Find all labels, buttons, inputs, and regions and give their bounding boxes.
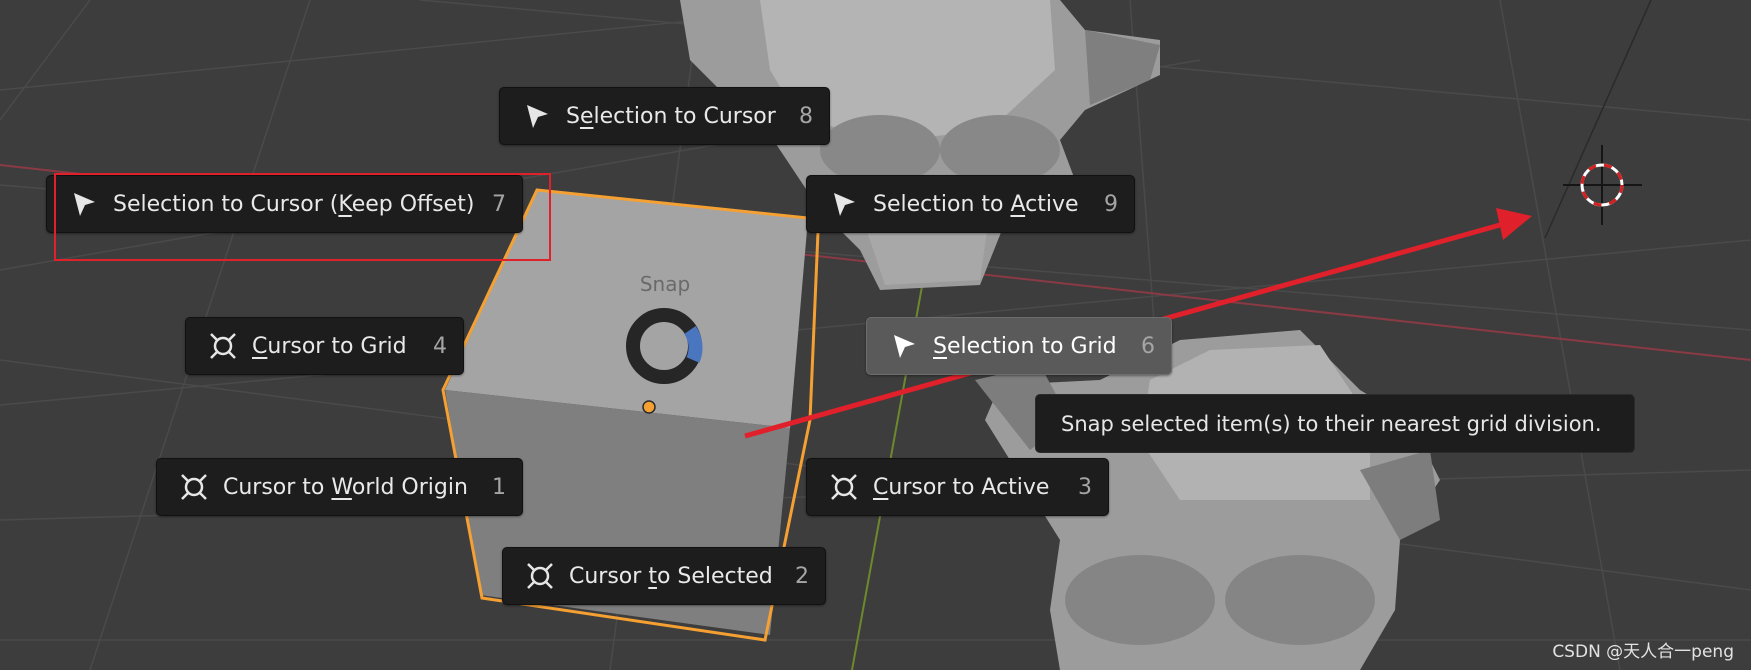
cursor-arrow-icon	[894, 335, 915, 358]
label-pre: Cursor	[569, 563, 649, 589]
shortcut-key: 2	[795, 563, 809, 589]
label-post: ctive	[1025, 191, 1079, 217]
label-hotkey: C	[873, 474, 889, 500]
watermark: CSDN @天人合一peng	[1552, 642, 1734, 662]
selection-to-cursor-button[interactable]: Selection to Cursor 8	[499, 87, 830, 145]
label-hotkey: W	[331, 474, 352, 500]
label-hotkey: e	[579, 103, 594, 129]
label-hotkey: t	[648, 563, 657, 589]
selection-to-grid-button[interactable]: Selection to Grid 6	[866, 317, 1172, 375]
cursor-to-world-origin-button[interactable]: Cursor to World Origin 1	[156, 458, 523, 516]
shortcut-key: 9	[1104, 191, 1118, 217]
reference-line	[1544, 0, 1652, 239]
shortcut-key: 6	[1141, 333, 1155, 359]
label-post: ursor to Grid	[267, 333, 407, 359]
3d-cursor-icon	[210, 333, 236, 359]
label-pre: Selection to	[873, 191, 1011, 217]
cursor-to-selected-button[interactable]: Cursor to Selected 2	[502, 547, 826, 605]
tooltip-text: Snap selected item(s) to their nearest g…	[1061, 411, 1602, 436]
tooltip: Snap selected item(s) to their nearest g…	[1035, 394, 1635, 453]
cursor-to-active-button[interactable]: Cursor to Active 3	[806, 458, 1109, 516]
label-post: orld Origin	[351, 474, 468, 500]
label-hotkey: C	[252, 333, 268, 359]
selection-to-active-button[interactable]: Selection to Active 9	[806, 175, 1135, 233]
shortcut-key: 4	[433, 333, 447, 359]
3d-cursor-icon	[1563, 145, 1642, 225]
label-post: o Selected	[656, 563, 773, 589]
label-hotkey: A	[1010, 191, 1026, 217]
label-pre: Cursor to	[223, 474, 332, 500]
shortcut-key: 8	[799, 103, 813, 129]
label-post: lection to Cursor	[593, 103, 776, 129]
label-hotkey: S	[933, 333, 947, 359]
shortcut-key: 1	[492, 474, 506, 500]
label-post: election to Grid	[946, 333, 1117, 359]
shortcut-key: 3	[1078, 474, 1092, 500]
3d-cursor-icon	[181, 474, 207, 500]
3d-cursor-icon	[831, 474, 857, 500]
cursor-to-grid-button[interactable]: Cursor to Grid 4	[185, 317, 464, 375]
3d-cursor-icon	[527, 563, 553, 589]
annotation-highlight-box	[54, 173, 551, 261]
cursor-arrow-icon	[834, 193, 855, 216]
label-pre: S	[566, 103, 580, 129]
label-post: ursor to Active	[888, 474, 1050, 500]
pie-menu-title: Snap	[639, 272, 691, 296]
cursor-arrow-icon	[527, 105, 548, 128]
